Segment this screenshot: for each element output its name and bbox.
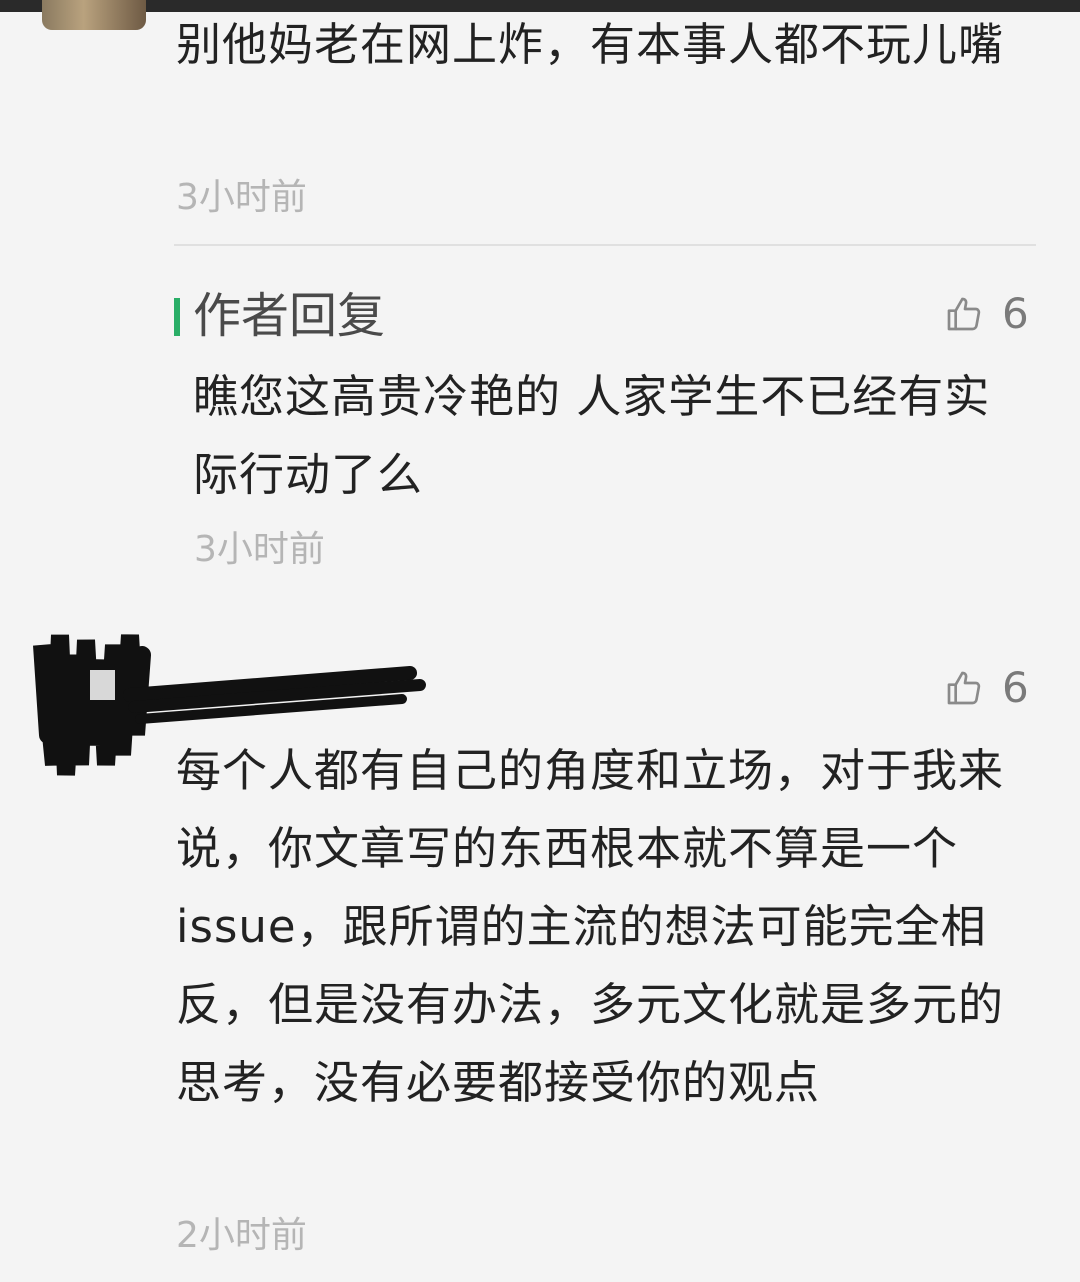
thumbs-up-icon <box>947 297 981 331</box>
comment-text: 别他妈老在网上炸，有本事人都不玩儿嘴 <box>176 18 1005 71</box>
like-count: 6 <box>1002 289 1029 338</box>
like-count: 6 <box>1002 663 1029 712</box>
reply-timestamp: 3小时前 <box>194 529 325 570</box>
author-reply-label: 作者回复 <box>193 288 386 344</box>
author-reply-text: 瞧您这高贵冷艳的 人家学生不已经有实际行动了么 <box>193 370 991 501</box>
avatar[interactable] <box>42 0 146 30</box>
divider <box>174 244 1036 246</box>
comment-timestamp: 2小时前 <box>176 1215 307 1256</box>
thumbs-up-icon <box>947 671 981 705</box>
author-reply-marker <box>174 298 180 336</box>
comment-timestamp: 3小时前 <box>176 177 307 218</box>
like-button[interactable]: 6 <box>944 289 1029 338</box>
like-button[interactable]: 6 <box>944 663 1029 712</box>
comment-text: 每个人都有自己的角度和立场，对于我来说，你文章写的东西根本就不算是一个issue… <box>176 744 1005 1109</box>
